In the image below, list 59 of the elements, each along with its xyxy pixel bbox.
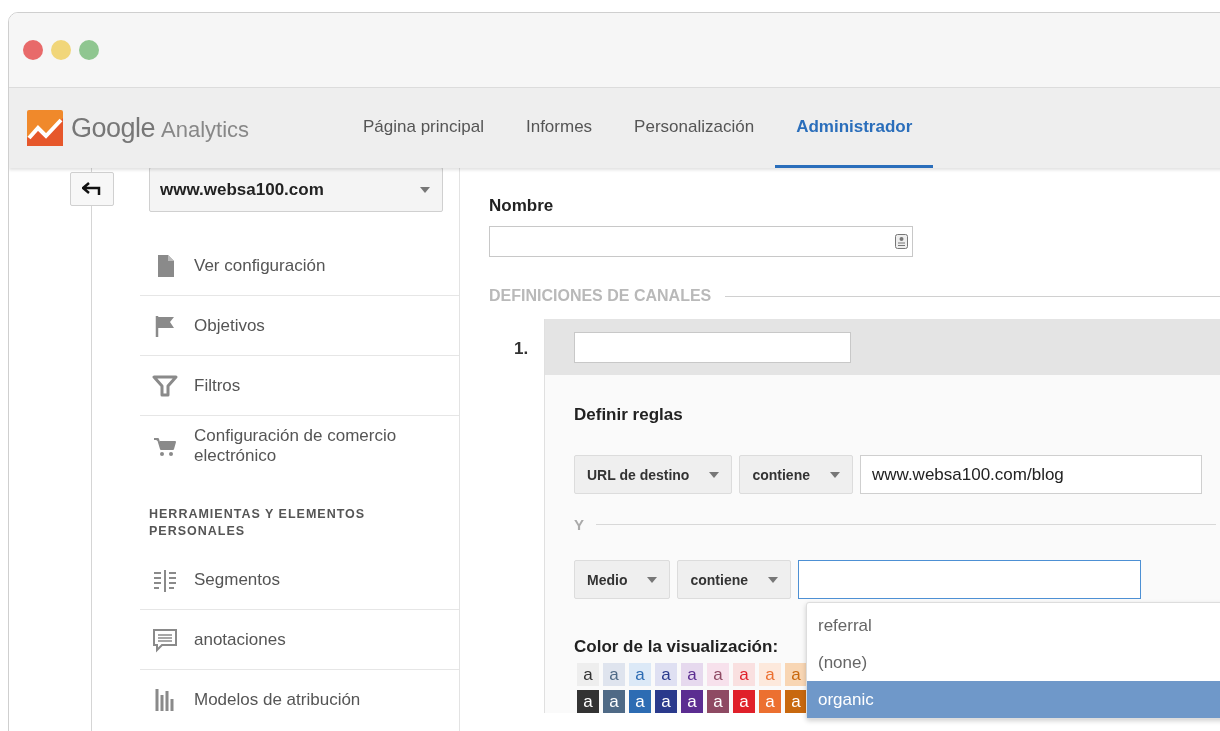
back-arrow-icon (82, 182, 102, 196)
color-swatch[interactable]: a (577, 690, 599, 713)
dimension-dropdown[interactable]: Medio (574, 560, 671, 599)
nav-tab[interactable]: Página principal (342, 88, 505, 168)
section-title: DEFINICIONES DE CANALES (489, 287, 712, 305)
color-swatch[interactable]: a (733, 663, 755, 686)
caret-icon (420, 186, 430, 193)
color-swatch[interactable]: a (577, 663, 599, 686)
color-swatch[interactable]: a (655, 663, 677, 686)
color-swatch[interactable]: a (707, 663, 729, 686)
caret-icon (647, 576, 658, 583)
color-label: Color de la visualización: (574, 637, 780, 657)
logo-icon (27, 110, 63, 146)
sidebar-item[interactable]: Filtros (140, 356, 459, 416)
sidebar-item[interactable]: Ver configuración (140, 236, 459, 296)
color-swatch[interactable]: a (603, 663, 625, 686)
logo-text: Google (71, 112, 156, 144)
section-heading: HERRAMIENTAS Y ELEMENTOS PERSONALES (149, 506, 367, 540)
sidebar-item[interactable]: anotaciones (140, 610, 459, 670)
rules-title: Definir reglas (574, 405, 684, 425)
logo-text: Analytics (161, 116, 250, 143)
contact-card-icon (895, 234, 908, 249)
dimension-dropdown[interactable]: URL de destino (574, 455, 733, 494)
window-control[interactable] (23, 40, 43, 60)
sidebar-item[interactable]: Segmentos (140, 550, 459, 610)
nav-tab[interactable]: Personalización (613, 88, 776, 168)
color-swatch[interactable]: a (785, 690, 807, 713)
sidebar-item[interactable]: Modelos de atribución (140, 670, 459, 730)
color-swatch[interactable]: a (629, 690, 651, 713)
color-swatch[interactable]: a (629, 663, 651, 686)
back-button[interactable] (70, 172, 114, 206)
suggestion-item[interactable]: (none) (807, 644, 1220, 681)
operator-dropdown[interactable]: contiene (739, 455, 853, 494)
sidebar-item[interactable]: Configuración de comercio electrónico (140, 416, 459, 476)
color-swatch[interactable]: a (681, 690, 703, 713)
channel-name-field[interactable] (574, 331, 851, 363)
field-label: Nombre (489, 196, 555, 216)
color-swatch[interactable]: a (681, 663, 703, 686)
color-swatch[interactable]: a (655, 690, 677, 713)
value-field[interactable] (798, 560, 1142, 599)
and-label: Y (574, 516, 584, 533)
nav-tab[interactable]: Administrador (775, 88, 934, 168)
caret-icon (768, 576, 779, 583)
color-swatch[interactable]: a (733, 690, 755, 713)
caret-icon (830, 471, 840, 478)
sidebar-item[interactable]: Objetivos (140, 296, 459, 356)
window-control[interactable] (51, 40, 71, 60)
account-dropdown[interactable]: www.websa100.com (149, 167, 443, 212)
comment-icon (152, 626, 178, 653)
value-field[interactable]: www.websa100.com/blog (860, 455, 1202, 494)
name-field[interactable] (489, 226, 913, 257)
suggestion-item[interactable]: referral (807, 607, 1220, 644)
nav-tab[interactable]: Informes (504, 88, 614, 168)
color-swatch[interactable]: a (707, 690, 729, 713)
color-swatch[interactable]: a (603, 690, 625, 713)
channel-number: 1. (513, 338, 530, 360)
operator-dropdown[interactable]: contiene (677, 560, 792, 599)
caret-icon (709, 471, 720, 478)
window-control[interactable] (79, 40, 99, 60)
